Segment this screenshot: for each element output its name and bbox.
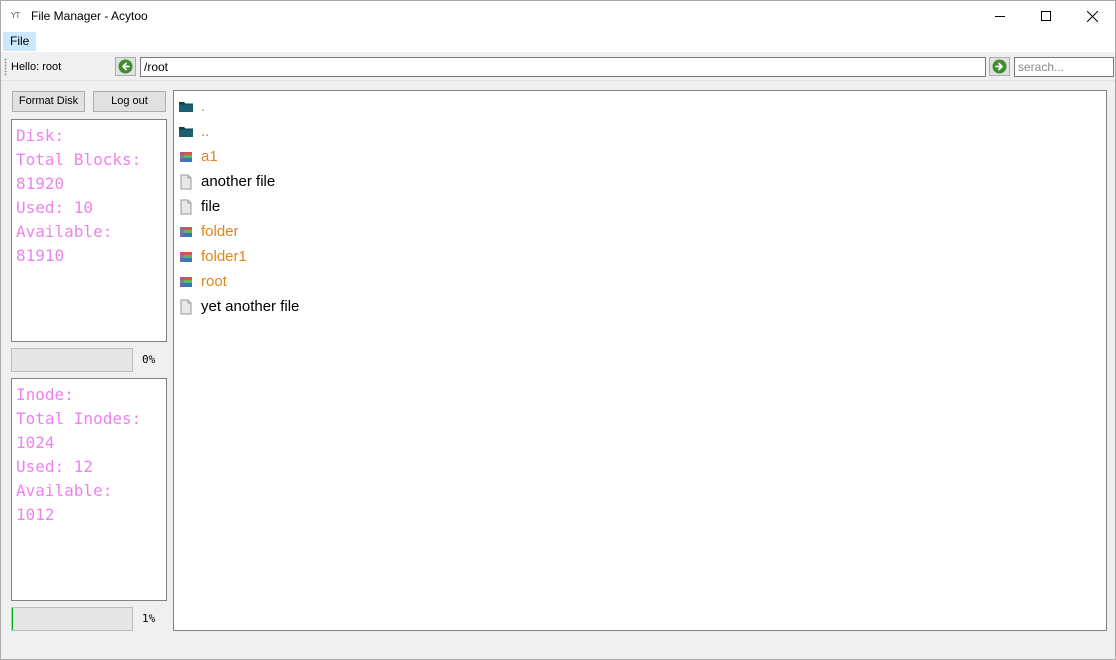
file-list-item[interactable]: folder1 [174,244,1106,269]
file-name: root [201,273,227,290]
arrow-left-icon [118,59,133,74]
inode-info-panel: Inode: Total Inodes: 1024 Used: 12 Avail… [11,378,167,601]
file-name: another file [201,173,276,190]
file-name: yet another file [201,298,300,315]
app-window: YT File Manager - Acytoo File Hello: roo… [0,0,1116,660]
search-input[interactable] [1014,57,1114,77]
file-list-item[interactable]: folder [174,219,1106,244]
disk-progress-bar [11,348,133,372]
folder-color-icon [178,224,194,240]
path-input[interactable] [140,57,986,77]
file-list-item[interactable]: . [174,94,1106,119]
folder-color-icon [178,149,194,165]
file-list-item[interactable]: file [174,194,1106,219]
minimize-button[interactable] [977,1,1023,31]
file-name: file [201,198,221,215]
file-name: folder [201,223,239,240]
inode-progress-bar [11,607,133,631]
title-bar[interactable]: YT File Manager - Acytoo [1,1,1115,31]
username-label: root [42,61,62,73]
disk-used: Used: 10 [16,198,94,217]
maximize-button[interactable] [1023,1,1069,31]
file-list-item[interactable]: root [174,269,1106,294]
file-name: . [201,98,206,115]
disk-total-label: Total Blocks: [16,150,142,169]
file-name: a1 [201,148,218,165]
document-icon [178,299,194,315]
disk-available-value: 81910 [16,246,65,265]
folder-color-icon [178,249,194,265]
logout-button[interactable]: Log out [93,91,166,112]
disk-total-value: 81920 [16,174,65,193]
go-button[interactable] [989,57,1010,76]
file-list-item[interactable]: yet another file [174,294,1106,319]
close-button[interactable] [1069,1,1115,31]
inode-available-value: 1012 [16,505,55,524]
file-name: folder1 [201,248,247,265]
window-title: File Manager - Acytoo [31,9,148,23]
file-list-item[interactable]: .. [174,119,1106,144]
file-list-item[interactable]: a1 [174,144,1106,169]
inode-total-label: Total Inodes: [16,409,142,428]
disk-title: Disk: [16,126,65,145]
close-icon [1086,10,1098,22]
inode-progress-label: 1% [142,612,156,625]
inode-used: Used: 12 [16,457,94,476]
toolbar-grip[interactable] [4,58,7,76]
menu-bar: File [1,31,1115,52]
inode-progress-fill [12,608,14,630]
back-button[interactable] [115,57,136,76]
status-bar [1,637,1115,659]
app-logo-icon: YT [11,11,20,20]
minimize-icon [995,16,1005,17]
folder-dark-icon [178,124,194,140]
maximize-icon [1041,11,1051,21]
file-list[interactable]: ... a1 another file file folder folder1 root ye… [173,90,1107,631]
menu-file[interactable]: File [3,32,37,51]
folder-color-icon [178,274,194,290]
greeting-label: Hello: root [11,61,62,73]
document-icon [178,174,194,190]
toolbar: Hello: root [1,54,1115,81]
folder-dark-icon [178,99,194,115]
format-disk-button[interactable]: Format Disk [12,91,85,112]
document-icon [178,199,194,215]
disk-available-label: Available: [16,222,113,241]
disk-progress-label: 0% [142,353,156,366]
inode-total-value: 1024 [16,433,55,452]
disk-info-panel: Disk: Total Blocks: 81920 Used: 10 Avail… [11,119,167,342]
inode-available-label: Available: [16,481,113,500]
arrow-right-icon [992,59,1007,74]
file-list-item[interactable]: another file [174,169,1106,194]
file-name: .. [201,123,210,140]
inode-title: Inode: [16,385,74,404]
